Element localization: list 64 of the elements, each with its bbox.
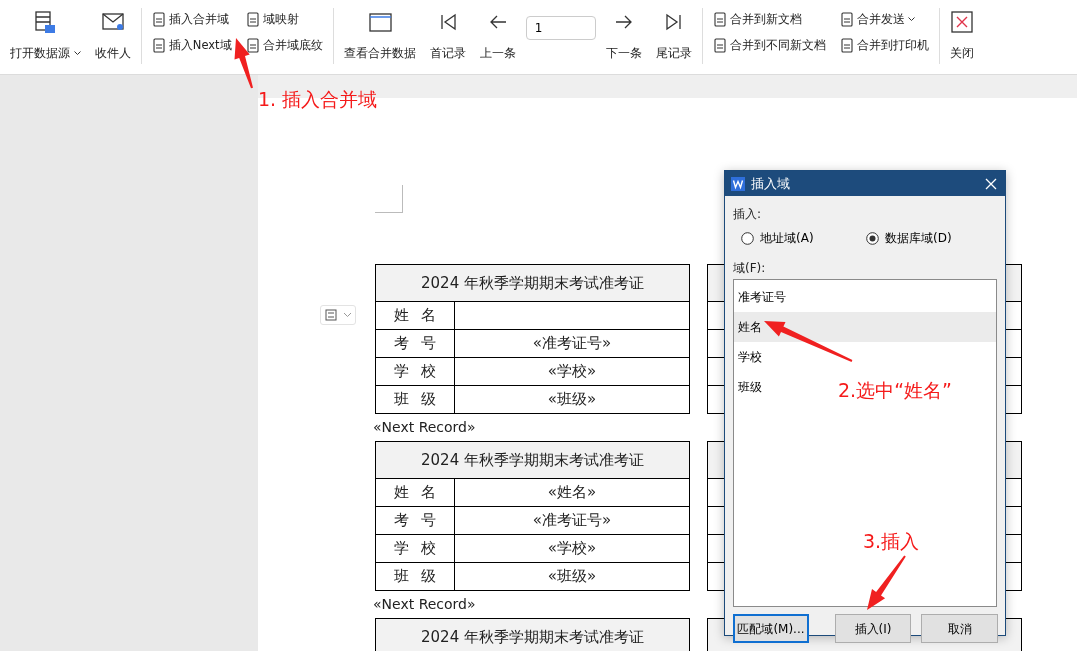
record-number-field[interactable]: 1: [525, 16, 596, 40]
row-label: 学 校: [393, 538, 437, 560]
row-label: 学 校: [393, 361, 437, 383]
radio-option[interactable]: 数据库域(D): [866, 229, 952, 247]
dialog-button[interactable]: 插入(I): [835, 614, 911, 643]
caret-icon: [343, 312, 352, 318]
merge-field: «准考证号»: [532, 509, 612, 532]
toolbar-button[interactable]: 下一条: [601, 8, 646, 64]
annotation-label: 2.选中“姓名”: [838, 379, 952, 402]
toolbar-button[interactable]: 打开数据源: [6, 8, 85, 64]
annotation-label: 1. 插入合并域: [258, 88, 378, 111]
document-icon: [839, 38, 854, 54]
row-label: 考 号: [393, 333, 437, 355]
merge-field: «准考证号»: [532, 332, 612, 355]
toolbar-button[interactable]: 插入Next域: [151, 37, 232, 55]
section-label: 域(F):: [733, 260, 767, 277]
toolbar-button[interactable]: 尾记录: [651, 8, 696, 64]
dialog-title: 插入域: [751, 174, 790, 193]
toolbar-button[interactable]: 域映射: [245, 11, 323, 29]
annotation-label: 3.插入: [863, 530, 920, 553]
frame-icon: [324, 308, 338, 322]
annotation-arrow: [867, 555, 906, 610]
data-view-icon: [367, 10, 392, 34]
merge-field: «班级»: [547, 565, 597, 588]
toolbar-button[interactable]: 合并到不同新文档: [712, 37, 826, 55]
toolbar-button[interactable]: 插入合并域: [151, 11, 232, 29]
list-item[interactable]: 姓名: [734, 312, 996, 342]
table-title: 2024 年秋季学期期末考试准考证: [421, 626, 644, 648]
corner-mark: [375, 185, 403, 213]
toolbar-button[interactable]: 查看合并数据: [339, 8, 420, 64]
annotation-arrow: [234, 38, 253, 89]
row-label: 姓 名: [393, 482, 437, 504]
dialog-button[interactable]: 取消: [921, 614, 998, 643]
document-icon: [712, 38, 727, 54]
close-icon: [949, 10, 974, 34]
toolbar-button[interactable]: 首记录: [425, 8, 470, 64]
document-icon: [712, 12, 727, 28]
next-record-field: «Next Record»: [373, 414, 1077, 441]
toolbar-button[interactable]: 合并到打印机: [839, 37, 929, 55]
toolbar-button[interactable]: 关闭: [945, 8, 978, 64]
document-icon: [245, 38, 260, 54]
document-icon: [151, 38, 166, 54]
toolbar-button[interactable]: 合并域底纹: [245, 37, 323, 55]
row-label: 班 级: [393, 566, 437, 588]
document-icon: [839, 12, 854, 28]
merge-field: «学校»: [547, 537, 597, 560]
section-label: 插入:: [733, 206, 763, 223]
merge-field: «班级»: [547, 388, 597, 411]
table-icon: [33, 10, 58, 34]
document-icon: [245, 12, 260, 28]
toolbar-button[interactable]: 合并到新文档: [712, 11, 826, 29]
merge-field: «学校»: [547, 360, 597, 383]
toolbar-button[interactable]: 上一条: [475, 8, 520, 64]
toolbar-button[interactable]: 合并发送: [839, 11, 929, 29]
table-title: 2024 年秋季学期期末考试准考证: [421, 272, 644, 294]
toolbar-button[interactable]: 收件人: [90, 8, 135, 64]
row-label: 姓 名: [393, 305, 437, 327]
radio-option[interactable]: 地址域(A): [741, 229, 826, 247]
row-label: 班 级: [393, 389, 437, 411]
document-icon: [151, 12, 166, 28]
dialog-button[interactable]: 匹配域(M)...: [733, 614, 809, 643]
table-title: 2024 年秋季学期期末考试准考证: [421, 449, 644, 471]
row-label: 考 号: [393, 510, 437, 532]
merge-field: «姓名»: [547, 481, 597, 504]
